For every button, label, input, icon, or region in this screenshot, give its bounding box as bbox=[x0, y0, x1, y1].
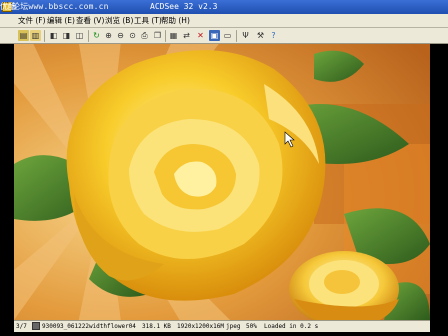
delete-icon[interactable]: ✕ bbox=[195, 30, 206, 41]
filesize: 318.1 KB bbox=[142, 323, 171, 330]
format: jpeg bbox=[226, 323, 241, 330]
slideshow-icon[interactable]: ▭ bbox=[222, 30, 233, 41]
zoom-level: 50% bbox=[246, 323, 257, 330]
open-icon[interactable]: ▥ bbox=[30, 30, 41, 41]
zoom-out-icon[interactable]: ⊖ bbox=[115, 30, 126, 41]
toolbar: ▤ ▥ ◧ ◨ ◫ ↻ ⊕ ⊖ ⊙ ⎙ ❐ ▦ ⇄ ✕ ▣ ▭ Ψ ⚒ ? bbox=[0, 28, 448, 44]
youku-watermark-logo: 优酷 bbox=[0, 2, 16, 11]
refresh-icon[interactable]: ↻ bbox=[91, 30, 102, 41]
tools-icon[interactable]: ⚒ bbox=[255, 30, 266, 41]
first-icon[interactable]: ◫ bbox=[74, 30, 85, 41]
menu-file[interactable]: 文件 (F) bbox=[18, 14, 46, 27]
next-icon[interactable]: ◨ bbox=[61, 30, 72, 41]
paste-icon[interactable]: ▦ bbox=[168, 30, 179, 41]
toolbar-separator bbox=[165, 30, 166, 42]
status-bar: 3/7 930093_061222widthflower04 318.1 KB … bbox=[14, 320, 430, 332]
toolbar-separator bbox=[88, 30, 89, 42]
rose-image bbox=[14, 44, 430, 320]
filename: 930093_061222widthflower04 bbox=[42, 323, 136, 330]
menu-tools[interactable]: 工具 (T) bbox=[134, 14, 162, 27]
load-time: Loaded in 0.2 s bbox=[264, 323, 319, 330]
window-title: ACDSee 32 v2.3 bbox=[150, 2, 218, 11]
image-viewport[interactable] bbox=[14, 44, 430, 320]
forum-watermark: 论坛www.bbscc.com.cn bbox=[12, 2, 109, 11]
menu-bar: 文件 (F) 编辑 (E) 查看 (V) 浏览 (B) 工具 (T) 帮助 (H… bbox=[0, 14, 448, 28]
toolbar-separator bbox=[236, 30, 237, 42]
menu-browse[interactable]: 浏览 (B) bbox=[105, 14, 133, 27]
browse-icon[interactable]: ▤ bbox=[18, 30, 29, 41]
zoom-fit-icon[interactable]: ⊙ bbox=[127, 30, 138, 41]
left-border bbox=[0, 44, 14, 320]
dimensions: 1920x1200x16M bbox=[177, 323, 224, 330]
help-icon[interactable]: ? bbox=[268, 30, 279, 41]
toolbar-separator bbox=[44, 30, 45, 42]
screensaver-icon[interactable]: ▣ bbox=[209, 30, 220, 41]
right-border bbox=[430, 44, 448, 320]
menu-view[interactable]: 查看 (V) bbox=[76, 14, 104, 27]
print-icon[interactable]: ⎙ bbox=[139, 30, 150, 41]
zoom-in-icon[interactable]: ⊕ bbox=[103, 30, 114, 41]
file-type-icon bbox=[32, 322, 40, 330]
rotate-icon[interactable]: Ψ bbox=[240, 30, 251, 41]
menu-edit[interactable]: 编辑 (E) bbox=[47, 14, 75, 27]
title-bar: 论坛www.bbscc.com.cn ACDSee 32 v2.3 bbox=[0, 0, 448, 14]
move-icon[interactable]: ⇄ bbox=[181, 30, 192, 41]
copy-icon[interactable]: ❐ bbox=[152, 30, 163, 41]
bottom-border bbox=[0, 332, 448, 336]
menu-help[interactable]: 帮助 (H) bbox=[161, 14, 190, 27]
prev-icon[interactable]: ◧ bbox=[48, 30, 59, 41]
image-index: 3/7 bbox=[16, 323, 27, 330]
